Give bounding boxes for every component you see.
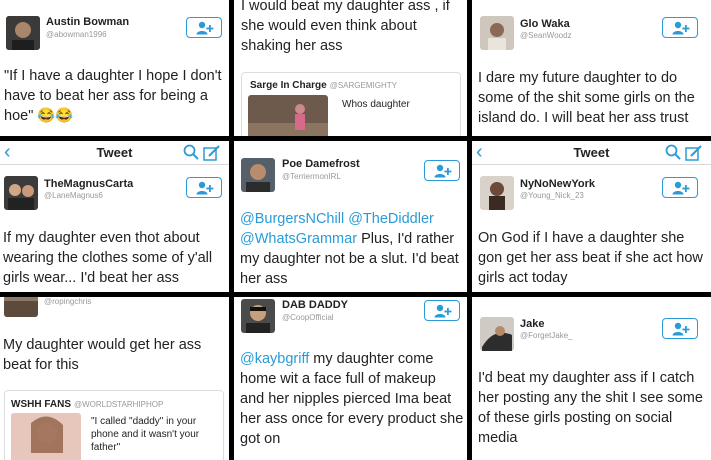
mention-link[interactable]: @kaybgriff (240, 351, 309, 367)
tweet-card: ‹ Tweet NyNoNewYork @Young_Nick_23 On Go… (472, 141, 711, 292)
tweet-text: "If I have a daughter I hope I don't hav… (4, 68, 222, 124)
author-handle: @CoopOfficial (282, 313, 334, 322)
follow-button[interactable] (662, 318, 698, 339)
avatar[interactable] (480, 16, 514, 50)
nav-bar: ‹ Tweet (472, 141, 711, 165)
tweet-card: Poe Damefrost @TerriermonIRL @BurgersNCh… (234, 141, 467, 292)
add-user-icon (196, 21, 214, 35)
avatar[interactable] (4, 176, 38, 210)
tweet-card: Glo Waka @SeanWoodz I dare my future dau… (472, 0, 711, 136)
follow-button[interactable] (186, 177, 222, 198)
author-handle: @ropingchris (44, 297, 92, 306)
avatar[interactable] (241, 158, 275, 192)
tweet-text: @BurgersNChill @TheDiddler @WhatsGrammar… (240, 209, 460, 289)
avatar[interactable] (6, 16, 40, 50)
follow-button[interactable] (662, 17, 698, 38)
quoted-tweet[interactable]: WSHH FANS @WORLDSTARHIPHOP "I called "dad… (4, 390, 224, 460)
tweet-card: ‹ Tweet TheMagnusCarta @LaneMagnus6 If m… (0, 141, 229, 292)
tweet-text: I would beat my daughter ass , if she wo… (241, 0, 450, 54)
search-icon[interactable] (665, 144, 681, 160)
quoted-image (11, 413, 81, 460)
tweet-text: @kaybgriff my daughter come home wit a f… (240, 349, 464, 449)
quoted-tweet[interactable]: Sarge In Charge @SARGEMIGHTY Whos daughte… (241, 72, 461, 136)
mention-link[interactable]: @TheDiddler (348, 211, 434, 227)
author-handle: @TerriermonIRL (282, 172, 341, 181)
tweet-card: I would beat my daughter ass , if she wo… (234, 0, 467, 136)
author-name[interactable]: Jake (520, 318, 544, 330)
author-handle: @Young_Nick_23 (520, 191, 584, 200)
author-name[interactable]: TheMagnusCarta (44, 178, 133, 190)
tweet-text: On God if I have a daughter she gon get … (478, 230, 703, 286)
author-handle: @SeanWoodz (520, 31, 572, 40)
author-name[interactable]: Austin Bowman (46, 16, 129, 28)
tweet-card: DAB DADDY @CoopOfficial @kaybgriff my da… (234, 297, 467, 460)
author-handle: @LaneMagnus6 (44, 191, 103, 200)
author-name[interactable]: NyNoNewYork (520, 178, 595, 190)
tweet-card: @ropingchris My daughter would get her a… (0, 297, 229, 460)
add-user-icon (672, 181, 690, 195)
avatar[interactable] (480, 176, 514, 210)
nav-bar: ‹ Tweet (0, 141, 229, 165)
compose-icon[interactable] (203, 144, 221, 162)
author-name[interactable]: DAB DADDY (282, 299, 348, 311)
quoted-author: Sarge In Charge @SARGEMIGHTY (250, 80, 397, 91)
follow-button[interactable] (424, 160, 460, 181)
tweet-card: Austin Bowman @abowman1996 "If I have a … (0, 0, 229, 136)
add-user-icon (196, 181, 214, 195)
author-handle: @abowman1996 (46, 30, 107, 39)
tweet-text: If my daughter even thot about wearing t… (3, 230, 213, 286)
mention-link[interactable]: @WhatsGrammar (240, 231, 357, 247)
avatar[interactable] (480, 317, 514, 351)
author-name[interactable]: Poe Damefrost (282, 158, 360, 170)
search-icon[interactable] (183, 144, 199, 160)
tweet-text: I'd beat my daughter ass if I catch her … (478, 370, 703, 446)
follow-button[interactable] (424, 300, 460, 321)
tweet-card: Jake @ForgetJake_ I'd beat my daughter a… (472, 297, 711, 460)
tweet-text: My daughter would get her ass beat for t… (3, 337, 202, 373)
quoted-author: WSHH FANS @WORLDSTARHIPHOP (11, 399, 164, 410)
add-user-icon (672, 322, 690, 336)
add-user-icon (434, 164, 452, 178)
tweet-text: I dare my future daughter to do some of … (478, 70, 695, 126)
quoted-text: "I called "daddy" in your phone and it w… (91, 416, 200, 453)
add-user-icon (672, 21, 690, 35)
quoted-text: Whos daughter (342, 99, 410, 110)
avatar[interactable] (4, 297, 38, 317)
avatar[interactable] (241, 299, 275, 333)
follow-button[interactable] (186, 17, 222, 38)
author-handle: @ForgetJake_ (520, 331, 573, 340)
compose-icon[interactable] (685, 144, 703, 162)
author-name[interactable]: Glo Waka (520, 18, 570, 30)
mention-link[interactable]: @BurgersNChill (240, 211, 344, 227)
add-user-icon (434, 304, 452, 318)
follow-button[interactable] (662, 177, 698, 198)
quoted-image (248, 95, 328, 136)
